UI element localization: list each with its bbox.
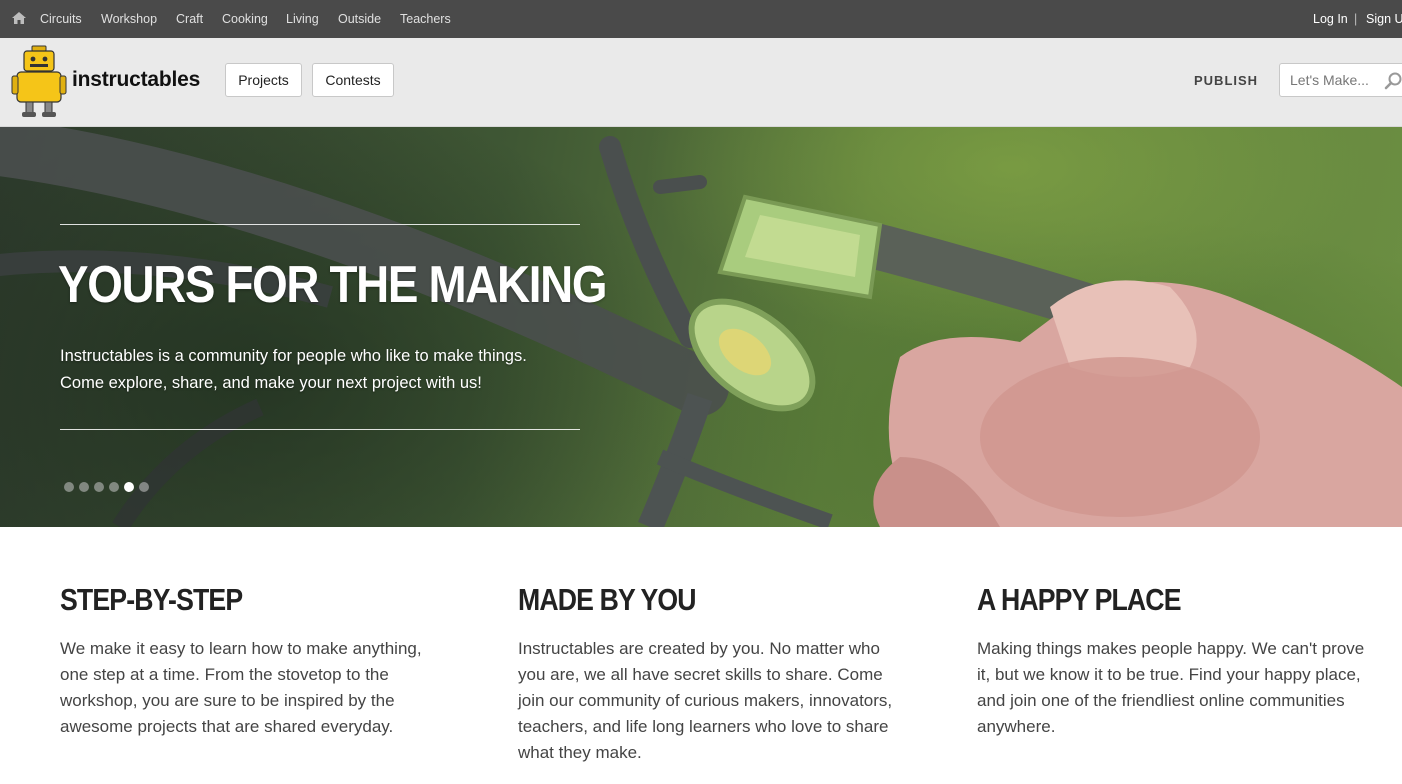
hero-title: YOURS FOR THE MAKING bbox=[58, 256, 607, 314]
site-header: instructables Projects Contests PUBLISH bbox=[0, 38, 1402, 127]
category-link-cooking[interactable]: Cooking bbox=[222, 12, 268, 26]
hero-bottom-rule bbox=[60, 429, 580, 430]
hero-image bbox=[0, 127, 1402, 527]
feature-title: STEP-BY-STEP bbox=[60, 582, 243, 617]
slide-dot-6[interactable] bbox=[139, 482, 149, 492]
hero-description-line-2: Come explore, share, and make your next … bbox=[60, 374, 482, 392]
hero-description-line-1: Instructables is a community for people … bbox=[60, 347, 527, 365]
feature-title: MADE BY YOU bbox=[518, 582, 697, 617]
publish-link[interactable]: PUBLISH bbox=[1194, 73, 1258, 88]
hero-top-rule bbox=[60, 224, 580, 225]
category-link-living[interactable]: Living bbox=[286, 12, 319, 26]
feature-body: Making things makes people happy. We can… bbox=[977, 639, 1365, 736]
home-icon[interactable] bbox=[11, 11, 27, 25]
logo-text[interactable]: instructables bbox=[72, 68, 200, 92]
feature-step-by-step: STEP-BY-STEP We make it easy to learn ho… bbox=[60, 580, 438, 740]
category-link-teachers[interactable]: Teachers bbox=[400, 12, 451, 26]
projects-button[interactable]: Projects bbox=[225, 63, 302, 97]
search-icon[interactable] bbox=[1384, 71, 1402, 91]
slide-dot-2[interactable] bbox=[79, 482, 89, 492]
hero-description: Instructables is a community for people … bbox=[60, 343, 527, 397]
top-bar: Circuits Workshop Craft Cooking Living O… bbox=[0, 0, 1402, 38]
signup-link[interactable]: Sign Up bbox=[1366, 12, 1402, 26]
feature-happy-place: A HAPPY PLACE Making things makes people… bbox=[977, 580, 1372, 740]
category-link-outside[interactable]: Outside bbox=[338, 12, 381, 26]
auth-separator: | bbox=[1354, 12, 1358, 26]
search-box bbox=[1279, 63, 1402, 97]
feature-title: A HAPPY PLACE bbox=[977, 582, 1181, 617]
robot-logo[interactable] bbox=[10, 44, 68, 120]
slide-dot-1[interactable] bbox=[64, 482, 74, 492]
slide-dot-4[interactable] bbox=[109, 482, 119, 492]
category-link-circuits[interactable]: Circuits bbox=[40, 12, 82, 26]
contests-button[interactable]: Contests bbox=[312, 63, 394, 97]
hero-banner: YOURS FOR THE MAKING Instructables is a … bbox=[0, 127, 1402, 527]
feature-made-by-you: MADE BY YOU Instructables are created by… bbox=[518, 580, 910, 766]
slide-dot-3[interactable] bbox=[94, 482, 104, 492]
feature-body: Instructables are created by you. No mat… bbox=[518, 639, 893, 762]
category-link-craft[interactable]: Craft bbox=[176, 12, 203, 26]
feature-body: We make it easy to learn how to make any… bbox=[60, 639, 422, 736]
slide-dot-5[interactable] bbox=[124, 482, 134, 492]
category-link-workshop[interactable]: Workshop bbox=[101, 12, 157, 26]
login-link[interactable]: Log In bbox=[1313, 12, 1348, 26]
search-input[interactable] bbox=[1290, 64, 1382, 96]
